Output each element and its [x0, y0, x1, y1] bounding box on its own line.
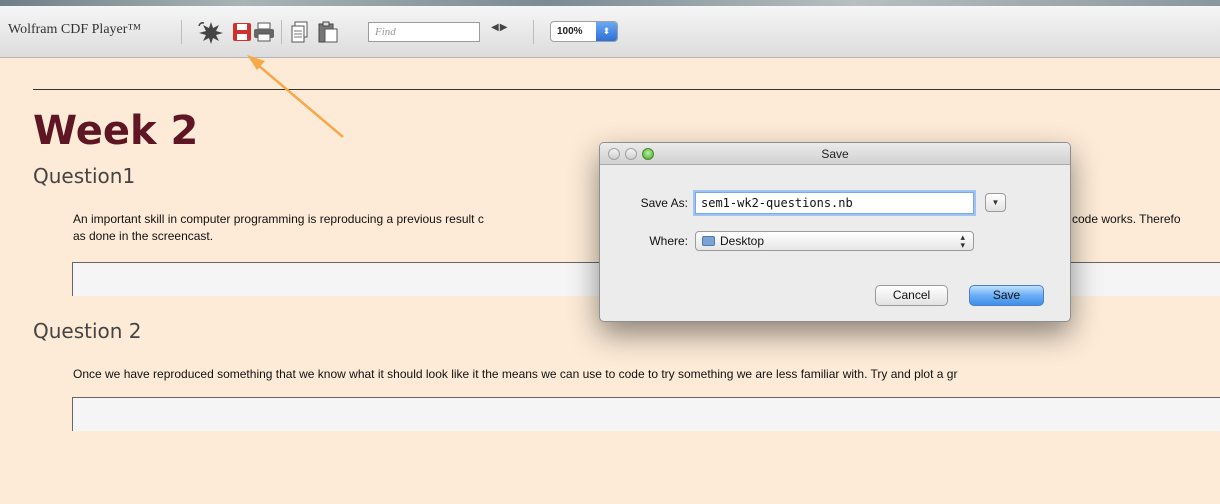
dialog-title: Save: [821, 147, 849, 161]
zoom-stepper-icon[interactable]: ⬍: [596, 22, 617, 41]
save-dialog: Save Save As: ▼ Where: Desktop ▴▾ Cancel…: [599, 142, 1071, 322]
select-arrows-icon: ▴ ▾: [960, 232, 965, 250]
where-label: Where:: [649, 234, 688, 248]
copy-icon[interactable]: [291, 21, 309, 48]
find-input[interactable]: [368, 22, 480, 42]
save-as-label: Save As:: [640, 196, 688, 210]
toolbar-separator: [181, 20, 182, 44]
expand-dialog-button[interactable]: ▼: [985, 193, 1006, 212]
q2-text-line1: Once we have reproduced something that w…: [73, 367, 958, 381]
find-nav-arrows[interactable]: ◀▶: [491, 22, 508, 33]
print-icon[interactable]: [253, 22, 275, 47]
q2-input-cell[interactable]: [72, 397, 1220, 431]
new-notebook-icon[interactable]: [196, 20, 226, 51]
folder-icon: [702, 236, 715, 246]
toolbar: Wolfram CDF Player™ Find ◀▶ 100% ⬍: [0, 6, 1220, 58]
save-icon[interactable]: [232, 22, 252, 47]
q1-text-line1: An important skill in computer programmi…: [73, 212, 484, 226]
zoom-value: 100%: [557, 26, 583, 37]
filename-input[interactable]: [695, 192, 974, 214]
where-value: Desktop: [720, 234, 765, 248]
where-select[interactable]: Desktop ▴ ▾: [695, 231, 974, 251]
toolbar-separator: [281, 20, 282, 44]
section-heading-q1: Question1: [33, 164, 136, 188]
q1-text-line1-tail: code works. Therefo: [1072, 212, 1181, 226]
save-button[interactable]: Save: [969, 285, 1044, 306]
dialog-titlebar: Save: [600, 143, 1070, 165]
section-heading-q2: Question 2: [33, 319, 142, 343]
toolbar-separator: [533, 20, 534, 44]
cell-divider: [33, 89, 1220, 90]
cancel-button[interactable]: Cancel: [875, 285, 948, 306]
q1-text-line2: as done in the screencast.: [73, 229, 214, 243]
app-title: Wolfram CDF Player™: [8, 22, 142, 37]
page-title: Week 2: [33, 108, 199, 154]
paste-icon[interactable]: [318, 21, 338, 48]
zoom-select[interactable]: 100% ⬍: [550, 21, 618, 42]
